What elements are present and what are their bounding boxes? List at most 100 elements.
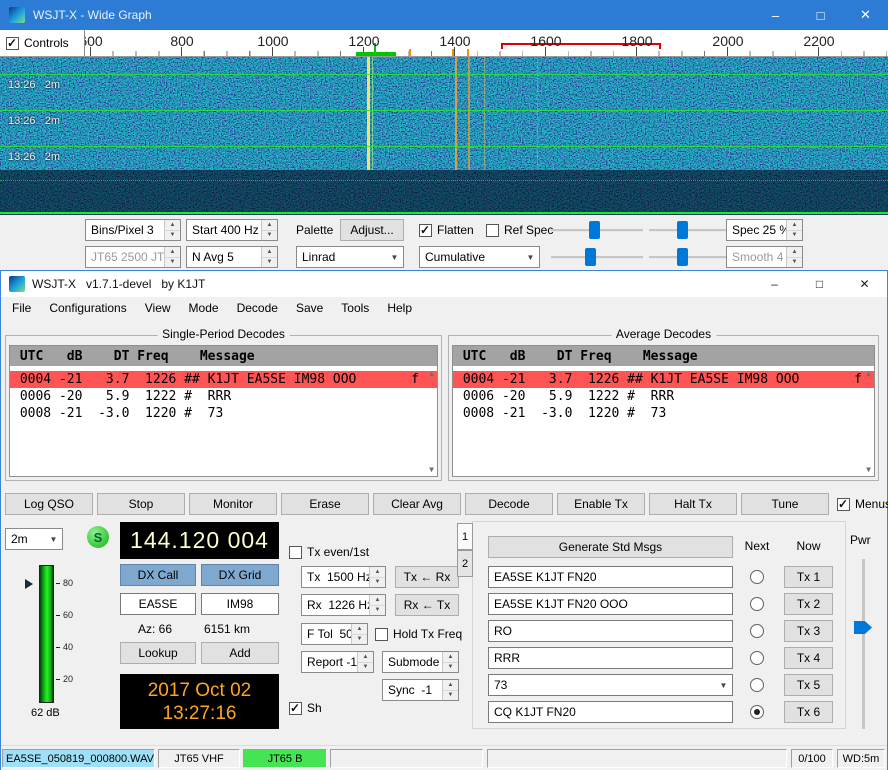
tune-button[interactable]: Tune xyxy=(741,493,829,515)
tx-message-3-field[interactable]: RO xyxy=(488,620,733,642)
n-avg-spinner[interactable]: N Avg 5 ▲▼ xyxy=(186,246,278,268)
sh-checkbox[interactable]: Sh xyxy=(289,700,322,716)
tx-1-button[interactable]: Tx 1 xyxy=(784,566,833,588)
jt65-jt9-split-spinner[interactable]: JT65 2500 JT9 ▲▼ xyxy=(85,246,181,268)
slider-thumb[interactable] xyxy=(677,221,688,239)
tx-message-3-radio[interactable] xyxy=(750,624,764,638)
spinner-arrows[interactable]: ▲▼ xyxy=(369,595,385,615)
scroll-down-icon[interactable]: ▼ xyxy=(429,465,434,474)
sync-spinner[interactable]: Sync -1 ▲▼ xyxy=(382,679,459,701)
spinner-arrows[interactable]: ▲▼ xyxy=(369,567,385,587)
waterfall-display[interactable]: 13:26 2m 13:26 2m 13:26 2m xyxy=(0,57,888,215)
close-icon[interactable]: ✕ xyxy=(842,271,887,297)
scroll-down-icon[interactable]: ▼ xyxy=(866,465,871,474)
tx-message-6-radio[interactable] xyxy=(750,705,764,719)
spin-down-icon[interactable]: ▼ xyxy=(165,258,180,268)
tx-5-button[interactable]: Tx 5 xyxy=(784,674,833,696)
tx-message-4-radio[interactable] xyxy=(750,651,764,665)
enable-tx-button[interactable]: Enable Tx xyxy=(557,493,645,515)
tx-message-6-field[interactable]: CQ K1JT FN20 xyxy=(488,701,733,723)
average-decodes-list[interactable]: UTC dB DT Freq Message 0004 -21 3.7 1226… xyxy=(452,345,875,477)
spin-up-icon[interactable]: ▲ xyxy=(370,595,385,606)
tx-message-2-field[interactable]: EA5SE K1JT FN20 OOO xyxy=(488,593,733,615)
controls-checkbox[interactable]: Controls xyxy=(6,35,69,51)
menu-configurations[interactable]: Configurations xyxy=(40,297,135,319)
monitor-button[interactable]: Monitor xyxy=(189,493,277,515)
spinner-arrows[interactable]: ▲▼ xyxy=(442,652,458,672)
spin-down-icon[interactable]: ▼ xyxy=(262,258,277,268)
spin-down-icon[interactable]: ▼ xyxy=(443,691,458,701)
smooth-spinner[interactable]: Smooth 4 ▲▼ xyxy=(726,246,803,268)
adjust-palette-button[interactable]: Adjust... xyxy=(340,219,404,241)
stop-button[interactable]: Stop xyxy=(97,493,185,515)
spin-up-icon[interactable]: ▲ xyxy=(165,220,180,231)
minimize-icon[interactable]: – xyxy=(753,0,798,30)
spin-down-icon[interactable]: ▼ xyxy=(443,663,458,673)
spin-down-icon[interactable]: ▼ xyxy=(370,606,385,616)
rx-freq-spinner[interactable]: Rx 1226 Hz ▲▼ xyxy=(301,594,386,616)
menu-view[interactable]: View xyxy=(136,297,180,319)
spin-up-icon[interactable]: ▲ xyxy=(443,652,458,663)
decode-row[interactable]: 0006 -20 5.9 1222 # RRR xyxy=(10,388,437,405)
clear-avg-button[interactable]: Clear Avg xyxy=(373,493,461,515)
spin-up-icon[interactable]: ▲ xyxy=(358,652,373,663)
spec-percent-spinner[interactable]: Spec 25 % ▲▼ xyxy=(726,219,803,241)
tx-from-rx-button[interactable]: Tx ← Rx xyxy=(395,566,459,588)
menu-help[interactable]: Help xyxy=(378,297,421,319)
slider-groove[interactable] xyxy=(551,256,643,259)
spinner-arrows[interactable]: ▲▼ xyxy=(786,220,802,240)
wide-graph-titlebar[interactable]: WSJT-X - Wide Graph – □ ✕ xyxy=(0,0,888,30)
tx-message-1-field[interactable]: EA5SE K1JT FN20 xyxy=(488,566,733,588)
dx-grid-field[interactable]: IM98 xyxy=(201,593,279,615)
chevron-down-icon[interactable]: ▼ xyxy=(386,247,403,267)
spin-down-icon[interactable]: ▼ xyxy=(352,635,367,645)
flatten-checkbox[interactable]: Flatten xyxy=(419,222,474,238)
frequency-scale[interactable]: Controls 600 800 1000 1200 1400 1600 180… xyxy=(0,30,888,57)
tx-message-4-field[interactable]: RRR xyxy=(488,647,733,669)
spectrum-display-select[interactable]: Cumulative ▼ xyxy=(419,246,540,268)
menu-save[interactable]: Save xyxy=(287,297,332,319)
tx-message-5-radio[interactable] xyxy=(750,678,764,692)
report-spinner[interactable]: Report -15 ▲▼ xyxy=(301,651,374,673)
decode-row[interactable]: 0008 -21 -3.0 1220 # 73 xyxy=(453,405,874,422)
waterfall-gain-slider[interactable] xyxy=(551,219,643,241)
slider-thumb[interactable] xyxy=(854,621,872,634)
chevron-down-icon[interactable]: ▼ xyxy=(522,247,539,267)
spinner-arrows[interactable]: ▲▼ xyxy=(164,247,180,267)
tx-6-button[interactable]: Tx 6 xyxy=(784,701,833,723)
spinner-arrows[interactable]: ▲▼ xyxy=(786,247,802,267)
spin-up-icon[interactable]: ▲ xyxy=(787,247,802,258)
tx-3-button[interactable]: Tx 3 xyxy=(784,620,833,642)
minimize-icon[interactable]: – xyxy=(752,271,797,297)
spin-up-icon[interactable]: ▲ xyxy=(443,680,458,691)
erase-button[interactable]: Erase xyxy=(281,493,369,515)
palette-select[interactable]: Linrad ▼ xyxy=(296,246,404,268)
slider-thumb[interactable] xyxy=(589,221,600,239)
log-qso-button[interactable]: Log QSO xyxy=(5,493,93,515)
maximize-icon[interactable]: □ xyxy=(797,271,842,297)
spin-up-icon[interactable]: ▲ xyxy=(262,247,277,258)
slider-groove[interactable] xyxy=(862,559,865,729)
submode-spinner[interactable]: Submode B ▲▼ xyxy=(382,651,459,673)
tx-2-button[interactable]: Tx 2 xyxy=(784,593,833,615)
menu-tools[interactable]: Tools xyxy=(332,297,378,319)
spin-down-icon[interactable]: ▼ xyxy=(262,231,277,241)
spin-up-icon[interactable]: ▲ xyxy=(787,220,802,231)
spin-up-icon[interactable]: ▲ xyxy=(352,624,367,635)
hold-tx-freq-checkbox[interactable]: Hold Tx Freq xyxy=(375,626,462,642)
decode-row[interactable]: 0004 -21 3.7 1226 ## K1JT EA5SE IM98 OOO… xyxy=(10,371,437,388)
slider-thumb[interactable] xyxy=(585,248,596,266)
add-button[interactable]: Add xyxy=(201,642,279,664)
tx-message-2-radio[interactable] xyxy=(750,597,764,611)
menus-checkbox[interactable]: Menus xyxy=(837,496,888,512)
spin-down-icon[interactable]: ▼ xyxy=(787,258,802,268)
spinner-arrows[interactable]: ▲▼ xyxy=(261,220,277,240)
spectrum-gain-slider[interactable] xyxy=(551,246,643,268)
ref-spec-checkbox[interactable]: Ref Spec xyxy=(486,222,553,238)
spinner-arrows[interactable]: ▲▼ xyxy=(164,220,180,240)
start-freq-spinner[interactable]: Start 400 Hz ▲▼ xyxy=(186,219,278,241)
generate-std-msgs-button[interactable]: Generate Std Msgs xyxy=(488,536,733,558)
decode-row[interactable]: 0006 -20 5.9 1222 # RRR xyxy=(453,388,874,405)
menu-mode[interactable]: Mode xyxy=(180,297,228,319)
spinner-arrows[interactable]: ▲▼ xyxy=(261,247,277,267)
